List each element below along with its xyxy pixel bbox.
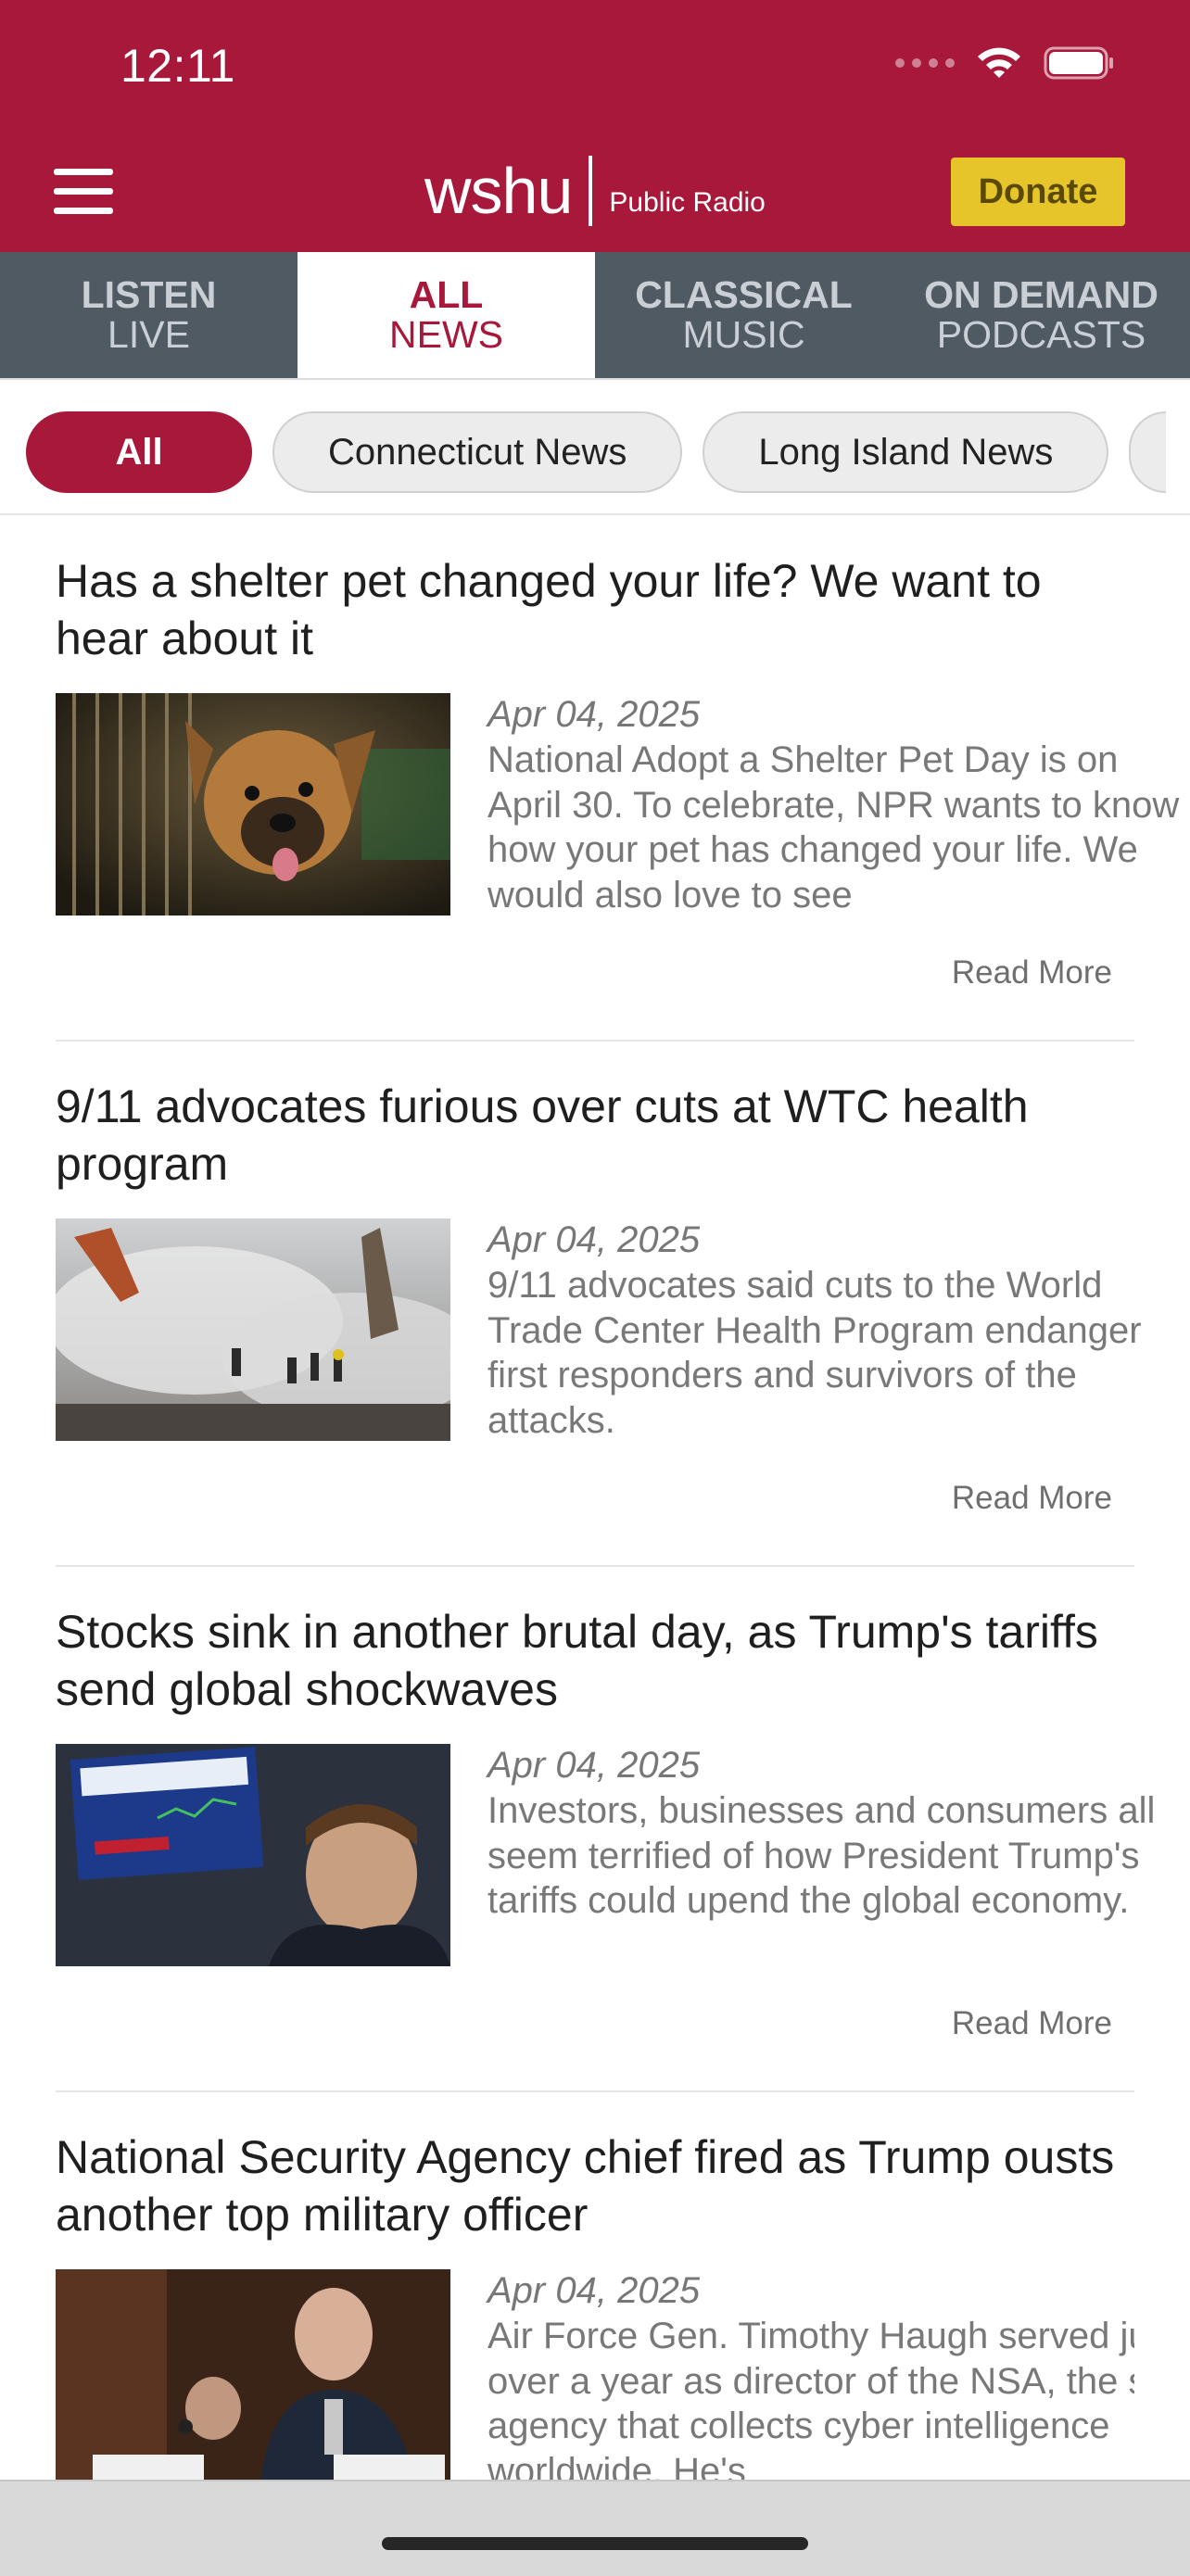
article-summary: Investors, businesses and consumers all … — [487, 1790, 1156, 1921]
logo-wordmark: wshu — [424, 155, 573, 227]
tab-all-news[interactable]: ALL NEWS — [298, 252, 595, 378]
signal-icon — [895, 58, 955, 68]
article-thumbnail[interactable] — [56, 1744, 450, 1966]
wshu-logo: wshu Public Radio — [424, 156, 766, 226]
news-article[interactable]: Stocks sink in another brutal day, as Tr… — [56, 1566, 1155, 2092]
filter-chip-all[interactable]: All — [26, 411, 252, 493]
article-title[interactable]: 9/11 advocates furious over cuts at WTC … — [56, 1078, 1131, 1193]
home-indicator-area — [0, 2480, 1190, 2576]
donate-button[interactable]: Donate — [951, 158, 1125, 226]
article-thumbnail[interactable] — [56, 1219, 450, 1441]
logo-separator — [589, 156, 593, 226]
tab-sublabel: NEWS — [389, 313, 503, 356]
tab-listen-live[interactable]: LISTEN LIVE — [0, 252, 298, 378]
tab-sublabel: LIVE — [108, 313, 190, 356]
app-header: 12:11 wshu Public Radio Donate — [0, 0, 1190, 252]
shelter-puppy-photo — [56, 693, 450, 915]
article-date: Apr 04, 2025 — [487, 694, 701, 735]
read-more-link[interactable]: Read More — [952, 954, 1112, 991]
read-more-link[interactable]: Read More — [952, 2005, 1112, 2042]
stock-trader-photo — [56, 1744, 450, 1966]
article-title[interactable]: Has a shelter pet changed your life? We … — [56, 552, 1131, 667]
article-summary: 9/11 advocates said cuts to the World Tr… — [487, 1265, 1142, 1441]
news-article[interactable]: 9/11 advocates furious over cuts at WTC … — [56, 1041, 1142, 1567]
filter-chips: All Connecticut News Long Island News — [26, 411, 1167, 497]
hamburger-menu-icon[interactable] — [54, 169, 115, 215]
wifi-icon — [978, 47, 1020, 78]
ground-zero-smoke-photo — [56, 1219, 450, 1441]
tab-label: ON DEMAND — [924, 273, 1158, 316]
news-article[interactable]: Has a shelter pet changed your life? We … — [56, 515, 1179, 1042]
status-time: 12:11 — [120, 40, 235, 92]
logo-subtitle: Public Radio — [609, 187, 766, 218]
home-indicator[interactable] — [382, 2537, 808, 2550]
tab-label: CLASSICAL — [635, 273, 853, 316]
article-date: Apr 04, 2025 — [487, 1745, 701, 1786]
general-testifying-photo — [56, 2269, 450, 2481]
article-title[interactable]: National Security Agency chief fired as … — [56, 2128, 1131, 2243]
filter-chip-long-island-news[interactable]: Long Island News — [703, 411, 1109, 493]
battery-icon — [1044, 46, 1113, 80]
tab-sublabel: PODCASTS — [936, 313, 1146, 356]
article-title[interactable]: Stocks sink in another brutal day, as Tr… — [56, 1603, 1131, 1718]
tab-sublabel: MUSIC — [682, 313, 805, 356]
tab-classical-music[interactable]: CLASSICAL MUSIC — [595, 252, 892, 378]
filter-chip-connecticut-news[interactable]: Connecticut News — [272, 411, 683, 493]
article-date: Apr 04, 2025 — [487, 2270, 701, 2311]
tabs-divider — [0, 378, 1190, 380]
status-icons — [895, 44, 1116, 82]
article-thumbnail[interactable] — [56, 693, 450, 915]
news-article[interactable]: National Security Agency chief fired as … — [56, 2091, 1134, 2481]
article-thumbnail[interactable] — [56, 2269, 450, 2481]
article-summary: Air Force Gen. Timothy Haugh served just… — [487, 2316, 1134, 2481]
article-summary: National Adopt a Shelter Pet Day is on A… — [487, 739, 1180, 915]
article-date: Apr 04, 2025 — [487, 1219, 701, 1260]
filter-chip-next[interactable] — [1129, 411, 1167, 493]
tab-on-demand-podcasts[interactable]: ON DEMAND PODCASTS — [892, 252, 1190, 378]
section-tabs: LISTEN LIVE ALL NEWS CLASSICAL MUSIC ON … — [0, 252, 1190, 378]
read-more-link[interactable]: Read More — [952, 1480, 1112, 1517]
tab-label: LISTEN — [81, 273, 217, 316]
tab-label: ALL — [409, 273, 484, 316]
